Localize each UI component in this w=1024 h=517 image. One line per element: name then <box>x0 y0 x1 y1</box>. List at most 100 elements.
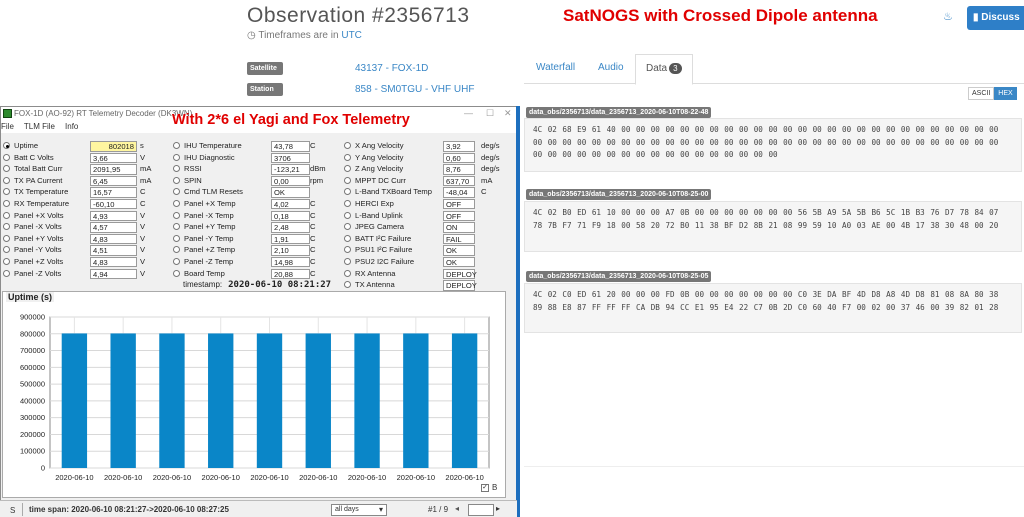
telemetry-value: OK <box>443 256 475 268</box>
discuss-button[interactable]: ▮ Discuss <box>967 6 1024 30</box>
telemetry-unit: mA <box>140 175 152 185</box>
timestamp-value: 2020-06-10 08:21:27 <box>228 280 332 290</box>
telemetry-value: OFF <box>443 198 475 210</box>
station-link[interactable]: 858 - SM0TGU - VHF UHF <box>355 84 474 95</box>
telemetry-radio[interactable] <box>344 234 351 242</box>
telemetry-value: 4,83 <box>90 233 137 245</box>
page-input[interactable] <box>468 504 494 516</box>
telemetry-radio[interactable] <box>3 257 10 265</box>
telemetry-value: 43,78 <box>271 141 310 152</box>
ascii-button[interactable]: ASCII <box>968 87 995 100</box>
telemetry-label: PSU1 I²C Failure <box>355 245 413 255</box>
data-count-badge: 3 <box>669 63 682 74</box>
telemetry-label: Panel +Y Volts <box>14 233 64 243</box>
telemetry-radio[interactable] <box>3 199 10 207</box>
telemetry-radio[interactable] <box>3 176 10 184</box>
telemetry-value: 6,45 <box>90 175 137 187</box>
tab-waterfall[interactable]: Waterfall <box>536 62 575 73</box>
telemetry-label: L-Band Uplink <box>355 210 403 220</box>
x-tick-label: 2020-06-10 <box>202 473 240 482</box>
frame-filename[interactable]: data_obs/2356713/data_2356713_2020-06-10… <box>526 107 712 118</box>
range-select[interactable]: all days <box>331 504 387 516</box>
telemetry-label: Panel -Z Volts <box>14 268 62 278</box>
telemetry-radio[interactable] <box>344 257 351 265</box>
telemetry-radio[interactable] <box>3 269 10 277</box>
telemetry-value: 3706 <box>271 152 310 164</box>
telemetry-unit: V <box>140 210 146 220</box>
telemetry-value: 4,57 <box>90 222 137 233</box>
uptime-bar <box>403 333 429 468</box>
telemetry-label: Board Temp <box>184 268 225 278</box>
telemetry-value: 3,92 <box>443 141 475 152</box>
telemetry-radio[interactable] <box>344 153 351 161</box>
telemetry-radio[interactable] <box>3 142 10 149</box>
telemetry-radio[interactable] <box>173 153 180 161</box>
menu-file[interactable]: File <box>1 121 14 133</box>
telemetry-radio[interactable] <box>344 176 351 184</box>
telemetry-radio[interactable] <box>173 257 180 265</box>
menu-info[interactable]: Info <box>65 121 78 133</box>
telemetry-value: 2091,95 <box>90 164 137 175</box>
telemetry-radio[interactable] <box>3 211 10 219</box>
uptime-bar <box>110 333 136 468</box>
telemetry-label: Panel -Y Volts <box>14 245 62 255</box>
x-tick-label: 2020-06-10 <box>299 473 337 482</box>
telemetry-value: -60,10 <box>90 198 137 210</box>
hex-button[interactable]: HEX <box>994 87 1017 100</box>
telemetry-label: BATT I²C Failure <box>355 233 412 243</box>
discuss-label: Discuss <box>981 12 1020 23</box>
telemetry-radio[interactable] <box>173 176 180 184</box>
telemetry-label: IHU Diagnostic <box>184 152 235 162</box>
telemetry-value: 8,76 <box>443 164 475 175</box>
x-tick-label: 2020-06-10 <box>104 473 142 482</box>
frame-filename[interactable]: data_obs/2356713/data_2356713_2020-06-10… <box>526 271 712 282</box>
telemetry-radio[interactable] <box>173 199 180 207</box>
telemetry-radio[interactable] <box>173 234 180 242</box>
utc-link[interactable]: UTC <box>341 30 362 41</box>
telemetry-value: 3,66 <box>90 152 137 164</box>
telemetry-radio[interactable] <box>173 211 180 219</box>
telemetry-unit: dBm <box>310 164 326 174</box>
telemetry-unit: V <box>140 152 146 162</box>
prev-page-icon[interactable]: ◂ <box>455 504 459 513</box>
close-icon[interactable]: ✕ <box>504 108 512 119</box>
telemetry-value: OK <box>271 187 310 198</box>
maximize-icon[interactable]: ☐ <box>486 108 494 119</box>
fire-icon[interactable]: ♨ <box>943 10 953 23</box>
telemetry-radio[interactable] <box>3 153 10 161</box>
legend-checkbox[interactable]: ✓ <box>481 484 489 492</box>
satellite-link[interactable]: 43137 - FOX-1D <box>355 63 428 74</box>
telemetry-radio[interactable] <box>344 142 351 149</box>
telemetry-unit: s <box>140 141 144 150</box>
telemetry-radio[interactable] <box>344 211 351 219</box>
menu-tlm-file[interactable]: TLM File <box>24 121 55 133</box>
telemetry-radio[interactable] <box>3 234 10 242</box>
telemetry-value: 0,18 <box>271 210 310 222</box>
meta-label: Satellite <box>247 61 283 75</box>
tab-data[interactable]: Data 3 <box>635 54 693 85</box>
y-tick-label: 700000 <box>20 346 45 355</box>
telemetry-value: 2,48 <box>271 222 310 233</box>
timestamp: timestamp: 2020-06-10 08:21:27 <box>183 280 331 290</box>
divider <box>524 466 1024 467</box>
observation-tabs: Waterfall Audio Data 3 <box>524 54 1024 85</box>
next-page-icon[interactable]: ▸ <box>496 504 500 513</box>
telemetry-radio[interactable] <box>344 269 351 277</box>
format-toggle: ASCII HEX <box>968 87 1017 100</box>
status-separator <box>22 503 23 516</box>
minimize-icon[interactable]: — <box>464 108 473 118</box>
telemetry-label: L-Band TXBoard Temp <box>355 187 432 197</box>
frame-hex-block: 4C 02 C0 ED 61 20 00 00 00 FD 0B 00 00 0… <box>524 283 1022 333</box>
uptime-bar <box>354 333 380 468</box>
tab-audio[interactable]: Audio <box>598 62 624 73</box>
telemetry-value: 4,02 <box>271 198 310 210</box>
y-tick-label: 900000 <box>20 313 45 322</box>
telemetry-radio[interactable] <box>173 269 180 277</box>
telemetry-value: 20,88 <box>271 268 310 280</box>
telemetry-radio[interactable] <box>173 142 180 149</box>
telemetry-label: Total Batt Curr <box>14 164 63 174</box>
telemetry-unit: C <box>310 233 316 243</box>
frame-filename[interactable]: data_obs/2356713/data_2356713_2020-06-10… <box>526 189 712 200</box>
telemetry-radio[interactable] <box>344 199 351 207</box>
telemetry-value: 4,51 <box>90 245 137 256</box>
